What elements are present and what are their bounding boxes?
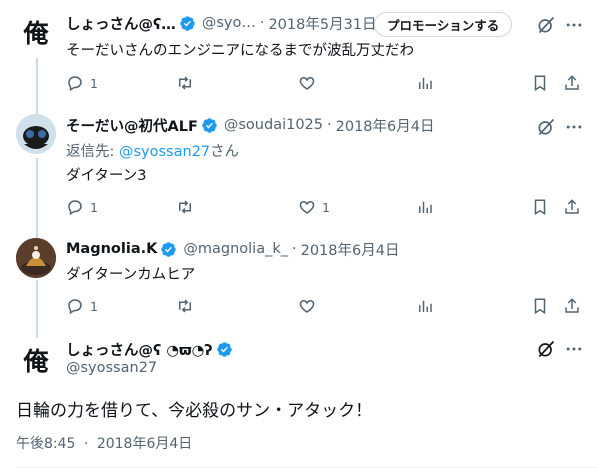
retweet-button[interactable] — [176, 296, 194, 316]
like-button[interactable] — [298, 296, 316, 316]
avatar[interactable] — [16, 114, 56, 154]
grok-icon[interactable] — [535, 116, 557, 138]
handle[interactable]: @magnolia_k_ — [183, 241, 288, 257]
heart-icon — [299, 76, 315, 90]
retweet-button[interactable] — [176, 73, 194, 93]
verified-badge-icon — [160, 241, 177, 258]
share-button[interactable] — [563, 197, 581, 217]
share-icon — [565, 199, 579, 214]
grok-icon[interactable] — [535, 14, 557, 36]
like-button[interactable]: 1 — [298, 197, 330, 217]
timestamp[interactable]: 2018年6月4日 — [301, 239, 400, 260]
more-options-icon[interactable] — [563, 338, 585, 360]
reply-button[interactable]: 1 — [66, 73, 98, 93]
verified-badge-icon — [216, 341, 233, 358]
analytics-icon — [419, 300, 432, 312]
reply-icon — [68, 299, 82, 315]
display-name[interactable]: Magnolia.K — [66, 241, 157, 257]
avatar[interactable]: 俺 — [16, 12, 56, 52]
main-tweet-time[interactable]: 午後8:45 — [16, 436, 75, 452]
avatar-glyph: 俺 — [23, 19, 49, 48]
timestamp[interactable]: 2018年6月4日 — [336, 115, 435, 136]
separator: · — [83, 436, 89, 452]
tweet-header: しょっさん@ʕ… @syo… · 2018年5月31日 — [66, 13, 377, 33]
views-button[interactable] — [416, 73, 434, 93]
share-icon — [565, 75, 579, 90]
reply-count: 1 — [90, 199, 98, 215]
like-button[interactable] — [298, 73, 316, 93]
heart-icon — [299, 299, 315, 313]
tweet-text: ダイターン3 — [66, 168, 147, 184]
handle[interactable]: @syossan27 — [66, 360, 157, 376]
bookmark-button[interactable] — [531, 296, 549, 316]
reply-icon — [68, 76, 82, 92]
like-count: 1 — [322, 199, 330, 215]
more-options-icon[interactable] — [563, 14, 585, 36]
separator: · — [259, 15, 265, 31]
display-name[interactable]: しょっさん@ʕ… — [66, 13, 176, 34]
reply-to-suffix: さん — [210, 144, 240, 160]
reply-count: 1 — [90, 75, 98, 91]
main-tweet-meta: 午後8:45 · 2018年6月4日 — [16, 433, 192, 453]
avatar-image — [16, 238, 56, 278]
reply-count: 1 — [90, 298, 98, 314]
retweet-icon — [179, 200, 191, 214]
tweet-text: そーだいさんのエンジニアになるまでが波乱万丈だわ — [66, 43, 414, 59]
handle[interactable]: @syo… — [202, 15, 256, 31]
retweet-icon — [179, 299, 191, 313]
action-bar: 1 1 — [66, 197, 597, 217]
promote-button[interactable]: プロモーションする — [374, 12, 513, 37]
handle-text: @syossan27 — [66, 360, 158, 376]
tweet-header: しょっさん@ʕ ◔ϖ◔ʔ — [66, 339, 233, 359]
thread-line — [36, 158, 38, 238]
main-tweet-text: 日輪の力を借りて、今必殺のサン・アタック！ — [16, 401, 373, 421]
verified-badge-icon — [179, 15, 196, 32]
reply-button[interactable]: 1 — [66, 296, 98, 316]
share-button[interactable] — [563, 73, 581, 93]
more-options-icon[interactable] — [563, 116, 585, 138]
tweet-text: ダイターンカムヒア — [66, 267, 196, 283]
reply-icon — [68, 200, 82, 216]
tweet-header: Magnolia.K @magnolia_k_ · 2018年6月4日 — [66, 239, 399, 259]
thread-line — [36, 58, 38, 114]
avatar[interactable]: 俺 — [16, 340, 56, 380]
handle[interactable]: @soudai1025 — [224, 117, 323, 133]
grok-icon[interactable] — [535, 338, 557, 360]
reply-to-mention[interactable]: @syossan27 — [119, 144, 210, 160]
heart-icon — [299, 200, 315, 214]
retweet-icon — [179, 76, 191, 90]
retweet-button[interactable] — [176, 197, 194, 217]
display-name[interactable]: しょっさん@ʕ ◔ϖ◔ʔ — [66, 339, 213, 360]
timestamp[interactable]: 2018年5月31日 — [268, 13, 376, 34]
bookmark-icon — [534, 75, 546, 92]
views-button[interactable] — [416, 296, 434, 316]
main-tweet-date[interactable]: 2018年6月4日 — [97, 436, 192, 452]
analytics-icon — [419, 201, 432, 213]
reply-button[interactable]: 1 — [66, 197, 98, 217]
tweet-header: そーだい@初代ALF @soudai1025 · 2018年6月4日 — [66, 115, 434, 135]
bookmark-icon — [534, 298, 546, 315]
bookmark-icon — [534, 199, 546, 216]
avatar[interactable] — [16, 238, 56, 278]
reply-to-line: 返信先: @syossan27さん — [66, 140, 239, 161]
avatar-glyph: 俺 — [23, 347, 49, 376]
share-icon — [565, 298, 579, 313]
views-button[interactable] — [416, 197, 434, 217]
reply-to-prefix: 返信先: — [66, 144, 119, 160]
thread-line — [36, 280, 38, 338]
share-button[interactable] — [563, 296, 581, 316]
display-name[interactable]: そーだい@初代ALF — [66, 115, 198, 136]
avatar-image — [16, 114, 56, 154]
bookmark-button[interactable] — [531, 197, 549, 217]
verified-badge-icon — [201, 117, 218, 134]
separator: · — [327, 117, 332, 133]
divider — [16, 467, 597, 468]
bookmark-button[interactable] — [531, 73, 549, 93]
separator: · — [291, 241, 297, 257]
analytics-icon — [419, 77, 432, 89]
action-bar: 1 — [66, 296, 597, 316]
action-bar: 1 — [66, 73, 597, 93]
